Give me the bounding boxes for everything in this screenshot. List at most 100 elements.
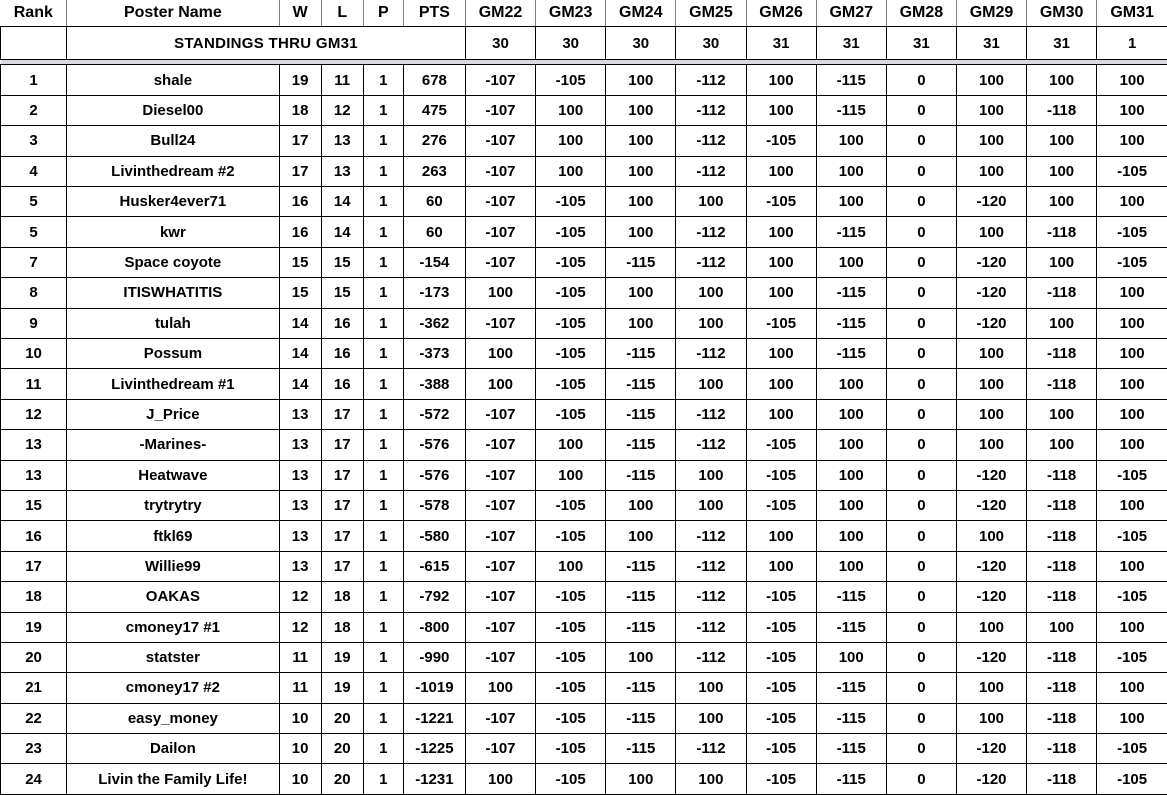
cell-game-gm31: 100 — [1096, 368, 1167, 400]
cell-poster-name: easy_money — [66, 702, 280, 735]
cell-poster-name: shale — [66, 64, 280, 96]
table-row: 2 Diesel00 18 12 1 475 -107 100 100 -112 100 -115 0 1… — [0, 94, 1167, 127]
cell-points: 276 — [402, 125, 466, 157]
cell-game-gm30: -118 — [1026, 520, 1098, 552]
cell-game-gm22: -107 — [464, 702, 537, 735]
cell-losses: 19 — [320, 641, 364, 674]
cell-game-gm30: -118 — [1026, 459, 1098, 491]
cell-game-gm29: 100 — [955, 429, 1028, 461]
cell-game-gm26: 100 — [745, 94, 817, 127]
cell-game-gm27: 100 — [815, 246, 887, 279]
cell-points: -373 — [402, 337, 466, 370]
cell-game-gm22: -107 — [464, 246, 537, 279]
cell-game-gm29: 100 — [955, 368, 1028, 400]
cell-game-gm24: 100 — [605, 216, 677, 248]
table-row: 21 cmoney17 #2 11 19 1 -1019 100 -105 -115 100 -10… — [0, 672, 1167, 704]
cell-poster-name: Bull24 — [66, 125, 280, 157]
cell-points: -173 — [402, 277, 466, 309]
header-points: PTS — [402, 0, 466, 27]
cell-points: -580 — [402, 520, 466, 552]
cell-points: -990 — [402, 641, 466, 674]
cell-game-gm29: 100 — [955, 125, 1028, 157]
cell-game-gm30: 100 — [1026, 398, 1098, 431]
cell-game-gm28: 0 — [885, 246, 957, 279]
banner-count-gm27: 31 — [815, 25, 887, 61]
cell-game-gm30: -118 — [1026, 489, 1098, 522]
cell-game-gm24: -115 — [605, 550, 677, 583]
cell-game-gm25: -112 — [675, 216, 747, 248]
cell-losses: 13 — [320, 155, 364, 188]
cell-game-gm30: -118 — [1026, 368, 1098, 400]
cell-game-gm23: -105 — [535, 277, 607, 309]
cell-game-gm29: 100 — [955, 155, 1028, 188]
header-game-gm29: GM29 — [955, 0, 1028, 27]
cell-game-gm30: 100 — [1026, 611, 1098, 643]
cell-pushes: 1 — [362, 216, 404, 248]
cell-game-gm30: -118 — [1026, 550, 1098, 583]
cell-game-gm30: 100 — [1026, 155, 1098, 188]
cell-game-gm22: -107 — [464, 489, 537, 522]
cell-game-gm24: -115 — [605, 368, 677, 400]
cell-game-gm31: 100 — [1096, 186, 1167, 218]
table-row: 4 Livinthedream #2 17 13 1 263 -107 100 100 -112 1… — [0, 155, 1167, 188]
cell-game-gm25: 100 — [675, 307, 747, 340]
cell-game-gm30: -118 — [1026, 216, 1098, 248]
cell-game-gm26: -105 — [745, 125, 817, 157]
table-row: 13 Heatwave 13 17 1 -576 -107 100 -115 100 -105 100… — [0, 459, 1167, 491]
cell-pushes: 1 — [362, 94, 404, 127]
cell-wins: 18 — [278, 94, 322, 127]
cell-game-gm25: -112 — [675, 64, 747, 96]
cell-points: -615 — [402, 550, 466, 583]
cell-rank: 8 — [0, 277, 68, 309]
cell-game-gm30: -118 — [1026, 763, 1098, 795]
cell-rank: 9 — [0, 307, 68, 340]
cell-losses: 17 — [320, 459, 364, 491]
cell-game-gm31: 100 — [1096, 307, 1167, 340]
cell-game-gm28: 0 — [885, 550, 957, 583]
header-game-gm26: GM26 — [745, 0, 817, 27]
cell-poster-name: Livin the Family Life! — [66, 763, 280, 795]
cell-losses: 14 — [320, 186, 364, 218]
cell-rank: 12 — [0, 398, 68, 431]
cell-game-gm23: 100 — [535, 459, 607, 491]
cell-losses: 13 — [320, 125, 364, 157]
cell-pushes: 1 — [362, 611, 404, 643]
cell-points: -1225 — [402, 733, 466, 765]
cell-game-gm24: 100 — [605, 641, 677, 674]
cell-rank: 20 — [0, 641, 68, 674]
cell-points: 60 — [402, 216, 466, 248]
cell-game-gm28: 0 — [885, 216, 957, 248]
cell-game-gm22: 100 — [464, 368, 537, 400]
cell-game-gm26: -105 — [745, 459, 817, 491]
cell-game-gm25: -112 — [675, 155, 747, 188]
cell-poster-name: OAKAS — [66, 581, 280, 613]
cell-game-gm22: -107 — [464, 611, 537, 643]
cell-game-gm27: -115 — [815, 216, 887, 248]
cell-game-gm26: 100 — [745, 337, 817, 370]
cell-game-gm26: 100 — [745, 550, 817, 583]
cell-game-gm29: 100 — [955, 216, 1028, 248]
cell-points: -388 — [402, 368, 466, 400]
banner-title: STANDINGS THRU GM31 — [66, 25, 466, 61]
cell-game-gm22: -107 — [464, 520, 537, 552]
table-row: 13 -Marines- 13 17 1 -576 -107 100 -115 -112 -105 1… — [0, 429, 1167, 461]
cell-pushes: 1 — [362, 246, 404, 279]
cell-game-gm28: 0 — [885, 186, 957, 218]
cell-game-gm30: -118 — [1026, 733, 1098, 765]
cell-game-gm29: -120 — [955, 277, 1028, 309]
banner-count-gm31: 1 — [1096, 25, 1167, 61]
cell-wins: 10 — [278, 702, 322, 735]
header-game-gm25: GM25 — [675, 0, 747, 27]
cell-game-gm29: -120 — [955, 489, 1028, 522]
cell-game-gm31: 100 — [1096, 94, 1167, 127]
cell-game-gm28: 0 — [885, 489, 957, 522]
cell-game-gm27: 100 — [815, 429, 887, 461]
cell-game-gm29: -120 — [955, 550, 1028, 583]
header-poster-name: Poster Name — [66, 0, 280, 27]
cell-rank: 23 — [0, 733, 68, 765]
cell-game-gm22: -107 — [464, 125, 537, 157]
cell-game-gm27: 100 — [815, 368, 887, 400]
cell-game-gm26: -105 — [745, 581, 817, 613]
cell-game-gm25: -112 — [675, 125, 747, 157]
cell-game-gm23: 100 — [535, 429, 607, 461]
